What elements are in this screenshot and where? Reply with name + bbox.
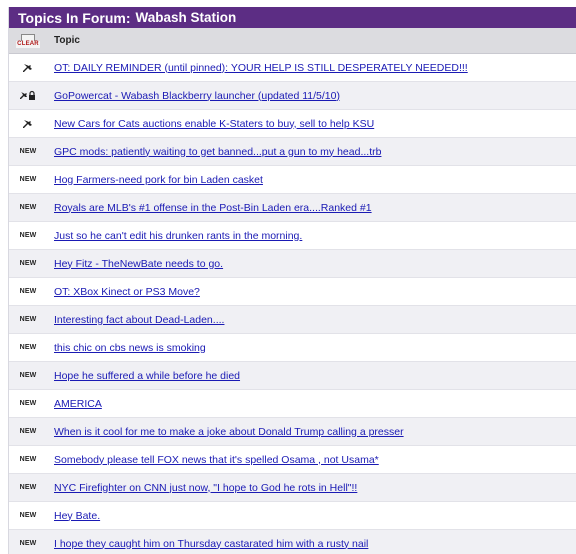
- topic-row: NEW Interesting fact about Dead-Laden....: [9, 306, 576, 334]
- new-badge: NEW: [19, 512, 37, 519]
- pin-lock-icon: [20, 90, 36, 102]
- topic-row: New Cars for Cats auctions enable K-Stat…: [9, 110, 576, 138]
- topic-row: OT: DAILY REMINDER (until pinned): YOUR …: [9, 54, 576, 82]
- topic-status-cell: [9, 90, 47, 102]
- new-badge: NEW: [19, 148, 37, 155]
- topic-row: NEW Hey Fitz - TheNewBate needs to go.: [9, 250, 576, 278]
- topic-status-cell: NEW: [9, 232, 47, 239]
- new-badge: NEW: [19, 316, 37, 323]
- topic-status-cell: NEW: [9, 176, 47, 183]
- topic-status-cell: NEW: [9, 148, 47, 155]
- topic-rows: OT: DAILY REMINDER (until pinned): YOUR …: [9, 54, 576, 554]
- topic-row: NEW Somebody please tell FOX news that it…: [9, 446, 576, 474]
- new-badge: NEW: [19, 456, 37, 463]
- pin-icon: [22, 62, 34, 74]
- topic-link[interactable]: Hog Farmers-need pork for bin Laden cask…: [47, 174, 263, 186]
- topic-link[interactable]: Hope he suffered a while before he died: [47, 370, 240, 382]
- topic-status-cell: NEW: [9, 316, 47, 323]
- topic-row: NEW Hope he suffered a while before he di…: [9, 362, 576, 390]
- topic-list-header: CLEAR Topic: [9, 28, 576, 54]
- topic-status-cell: NEW: [9, 428, 47, 435]
- topic-link[interactable]: AMERICA: [47, 398, 102, 410]
- topic-row: NEW Royals are MLB's #1 offense in the Po…: [9, 194, 576, 222]
- topic-row: NEW Hog Farmers-need pork for bin Laden c…: [9, 166, 576, 194]
- clear-icon[interactable]: CLEAR: [16, 33, 40, 48]
- topic-link[interactable]: New Cars for Cats auctions enable K-Stat…: [47, 118, 374, 130]
- new-badge: NEW: [19, 176, 37, 183]
- forum-title-prefix: Topics In Forum:: [18, 9, 131, 26]
- pin-icon: [22, 118, 34, 130]
- topic-status-cell: NEW: [9, 484, 47, 491]
- topic-row: NEW AMERICA: [9, 390, 576, 418]
- topic-link[interactable]: this chic on cbs news is smoking: [47, 342, 206, 354]
- topic-row: NEW Just so he can't edit his drunken ran…: [9, 222, 576, 250]
- topic-row: NEW GPC mods: patiently waiting to get ba…: [9, 138, 576, 166]
- topic-link[interactable]: OT: DAILY REMINDER (until pinned): YOUR …: [47, 62, 468, 74]
- topic-link[interactable]: Hey Fitz - TheNewBate needs to go.: [47, 258, 223, 270]
- topic-status-cell: NEW: [9, 512, 47, 519]
- topic-status-cell: NEW: [9, 344, 47, 351]
- new-badge: NEW: [19, 232, 37, 239]
- topic-row: GoPowercat - Wabash Blackberry launcher …: [9, 82, 576, 110]
- topic-row: NEW Hey Bate.: [9, 502, 576, 530]
- topic-status-cell: NEW: [9, 288, 47, 295]
- clear-cell[interactable]: CLEAR: [9, 33, 47, 48]
- topic-status-cell: NEW: [9, 456, 47, 463]
- topic-link[interactable]: OT: XBox Kinect or PS3 Move?: [47, 286, 200, 298]
- clear-icon-label: CLEAR: [16, 40, 40, 48]
- new-badge: NEW: [19, 344, 37, 351]
- new-badge: NEW: [19, 288, 37, 295]
- topic-status-cell: NEW: [9, 400, 47, 407]
- topic-status-cell: NEW: [9, 204, 47, 211]
- forum-topic-list: Topics In Forum: Wabash Station CLEAR To…: [8, 7, 576, 554]
- topic-link[interactable]: Interesting fact about Dead-Laden....: [47, 314, 224, 326]
- new-badge: NEW: [19, 428, 37, 435]
- topic-link[interactable]: GPC mods: patiently waiting to get banne…: [47, 146, 381, 158]
- topic-status-cell: NEW: [9, 260, 47, 267]
- topic-link[interactable]: Hey Bate.: [47, 510, 100, 522]
- forum-title-bar: Topics In Forum: Wabash Station: [9, 7, 576, 28]
- new-badge: NEW: [19, 400, 37, 407]
- topic-column-header: Topic: [54, 35, 80, 46]
- topic-row: NEW When is it cool for me to make a joke…: [9, 418, 576, 446]
- forum-name: Wabash Station: [135, 10, 237, 25]
- topic-link[interactable]: Just so he can't edit his drunken rants …: [47, 230, 302, 242]
- topic-link[interactable]: Somebody please tell FOX news that it's …: [47, 454, 379, 466]
- topic-status-cell: [9, 118, 47, 130]
- topic-link[interactable]: GoPowercat - Wabash Blackberry launcher …: [47, 90, 340, 102]
- new-badge: NEW: [19, 260, 37, 267]
- topic-status-cell: NEW: [9, 540, 47, 547]
- topic-link[interactable]: I hope they caught him on Thursday casta…: [47, 538, 368, 550]
- new-badge: NEW: [19, 372, 37, 379]
- topic-link[interactable]: Royals are MLB's #1 offense in the Post-…: [47, 202, 372, 214]
- topic-link[interactable]: NYC Firefighter on CNN just now, "I hope…: [47, 482, 357, 494]
- topic-link[interactable]: When is it cool for me to make a joke ab…: [47, 426, 404, 438]
- topic-status-cell: [9, 62, 47, 74]
- topic-status-cell: NEW: [9, 372, 47, 379]
- new-badge: NEW: [19, 540, 37, 547]
- new-badge: NEW: [19, 484, 37, 491]
- topic-row: NEW this chic on cbs news is smoking: [9, 334, 576, 362]
- topic-row: NEW I hope they caught him on Thursday ca…: [9, 530, 576, 554]
- topic-row: NEW NYC Firefighter on CNN just now, "I h…: [9, 474, 576, 502]
- topic-row: NEW OT: XBox Kinect or PS3 Move?: [9, 278, 576, 306]
- new-badge: NEW: [19, 204, 37, 211]
